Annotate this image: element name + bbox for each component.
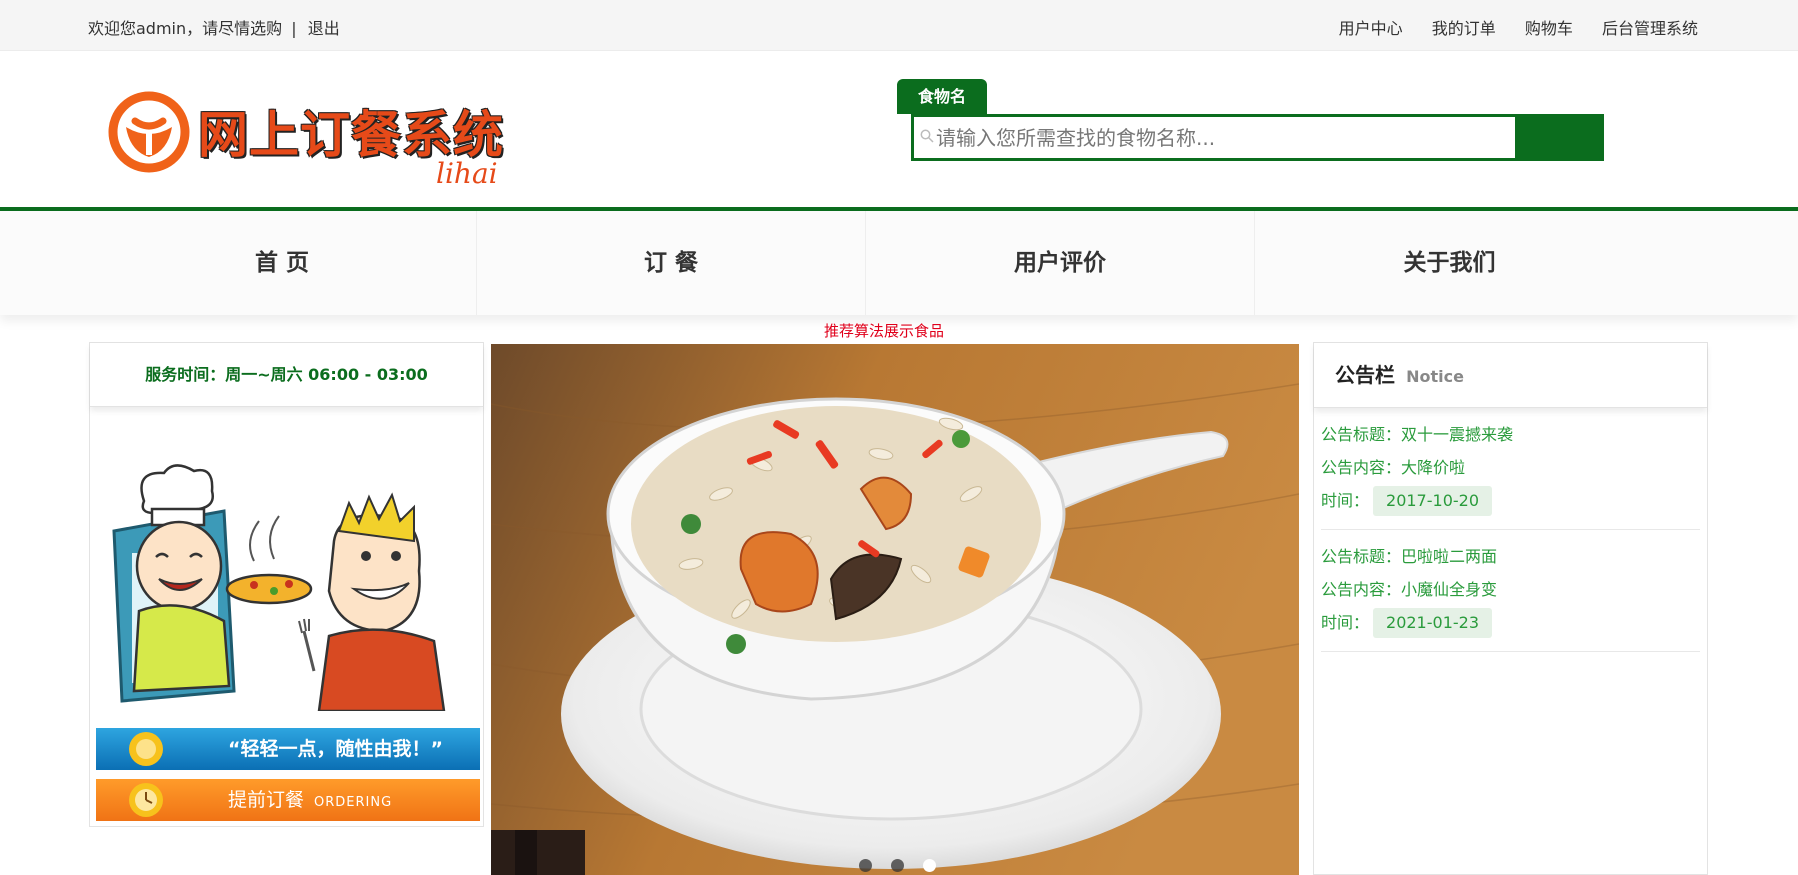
nav-item-about[interactable]: 关于我们 bbox=[1255, 211, 1644, 315]
cart-link[interactable]: 购物车 bbox=[1525, 19, 1573, 38]
carousel-dot-1[interactable] bbox=[859, 859, 872, 872]
notice-title: 公告栏 bbox=[1335, 363, 1395, 387]
carousel-dot-2[interactable] bbox=[891, 859, 905, 872]
admin-system-link[interactable]: 后台管理系统 bbox=[1602, 19, 1698, 38]
search-icon bbox=[920, 129, 934, 143]
notice-time-label: 时间： bbox=[1321, 491, 1370, 510]
top-bar: 欢迎您admin，请尽情选购 | 退出 用户中心 我的订单 购物车 后台管理系统 bbox=[0, 0, 1798, 51]
food-carousel[interactable] bbox=[491, 344, 1299, 875]
order-ahead-text: 提前订餐 bbox=[228, 789, 305, 811]
notice-item-title: 双十一震撼来袭 bbox=[1401, 425, 1514, 444]
notice-item[interactable]: 公告标题：巴啦啦二两面 公告内容：小魔仙全身变 时间： 2021-01-23 bbox=[1321, 530, 1700, 652]
clock-icon bbox=[129, 783, 163, 817]
my-orders-link[interactable]: 我的订单 bbox=[1432, 19, 1496, 38]
notice-board: 公告栏 Notice 公告标题：双十一震撼来袭 公告内容：大降价啦 时间： 201… bbox=[1313, 342, 1708, 875]
notice-title-label: 公告标题： bbox=[1321, 425, 1402, 444]
slogan-text: “轻轻一点，随性由我！” bbox=[228, 738, 443, 760]
fried-rice-photo bbox=[491, 344, 1299, 875]
welcome-text: 欢迎您admin，请尽情选购 bbox=[88, 19, 283, 38]
notice-content-label: 公告内容： bbox=[1321, 580, 1402, 599]
separator: | bbox=[291, 19, 297, 38]
search-box bbox=[911, 114, 1604, 161]
notice-time-label: 时间： bbox=[1321, 613, 1370, 632]
chef-cartoon-illustration bbox=[112, 464, 446, 711]
notice-subtitle: Notice bbox=[1406, 367, 1464, 386]
user-center-link[interactable]: 用户中心 bbox=[1339, 19, 1403, 38]
carousel-dot-3[interactable] bbox=[923, 859, 937, 872]
order-ahead-banner[interactable]: 提前订餐 ORDERING bbox=[96, 779, 480, 821]
slogan-banner: “轻轻一点，随性由我！” bbox=[96, 728, 480, 770]
order-ahead-english: ORDERING bbox=[314, 795, 393, 810]
notice-item[interactable]: 公告标题：双十一震撼来袭 公告内容：大降价啦 时间： 2017-10-20 bbox=[1321, 408, 1700, 530]
notice-content-label: 公告内容： bbox=[1321, 458, 1402, 477]
user-links: 用户中心 我的订单 购物车 后台管理系统 bbox=[1315, 15, 1698, 39]
logo-signature: lihai bbox=[436, 157, 498, 190]
notice-item-title: 巴啦啦二两面 bbox=[1401, 547, 1498, 566]
recommend-note: 推荐算法展示食品 bbox=[823, 322, 944, 340]
nav-item-order[interactable]: 订 餐 bbox=[477, 211, 866, 315]
search-tab-food-name[interactable]: 食物名 bbox=[897, 79, 987, 114]
search-button[interactable] bbox=[1515, 117, 1601, 158]
chef-sun-icon bbox=[129, 732, 163, 766]
logout-link[interactable]: 退出 bbox=[308, 15, 340, 39]
notice-header: 公告栏 Notice bbox=[1314, 343, 1707, 408]
site-logo[interactable]: 网上订餐系统 lihai bbox=[108, 87, 508, 199]
welcome-area: 欢迎您admin，请尽情选购 | 退出 bbox=[88, 15, 340, 39]
notice-title-label: 公告标题： bbox=[1321, 547, 1402, 566]
carousel-indicators bbox=[859, 857, 950, 875]
logo-emblem-icon bbox=[108, 91, 190, 173]
notice-item-content: 大降价啦 bbox=[1401, 458, 1466, 477]
main-nav: 首 页 订 餐 用户评价 关于我们 bbox=[0, 211, 1798, 315]
notice-item-date: 2017-10-20 bbox=[1373, 486, 1492, 516]
search-input[interactable] bbox=[936, 121, 1516, 155]
notice-item-content: 小魔仙全身变 bbox=[1401, 580, 1498, 599]
service-hours: 服务时间：周一~周六 06:00 - 03:00 bbox=[90, 343, 483, 407]
nav-item-reviews[interactable]: 用户评价 bbox=[866, 211, 1255, 315]
service-panel: 服务时间：周一~周六 06:00 - 03:00 “轻轻一点，随性由我！” 提前… bbox=[89, 342, 484, 827]
header: 网上订餐系统 lihai 食物名 bbox=[0, 51, 1798, 207]
notice-item-date: 2021-01-23 bbox=[1373, 608, 1492, 638]
nav-item-home[interactable]: 首 页 bbox=[88, 211, 477, 315]
